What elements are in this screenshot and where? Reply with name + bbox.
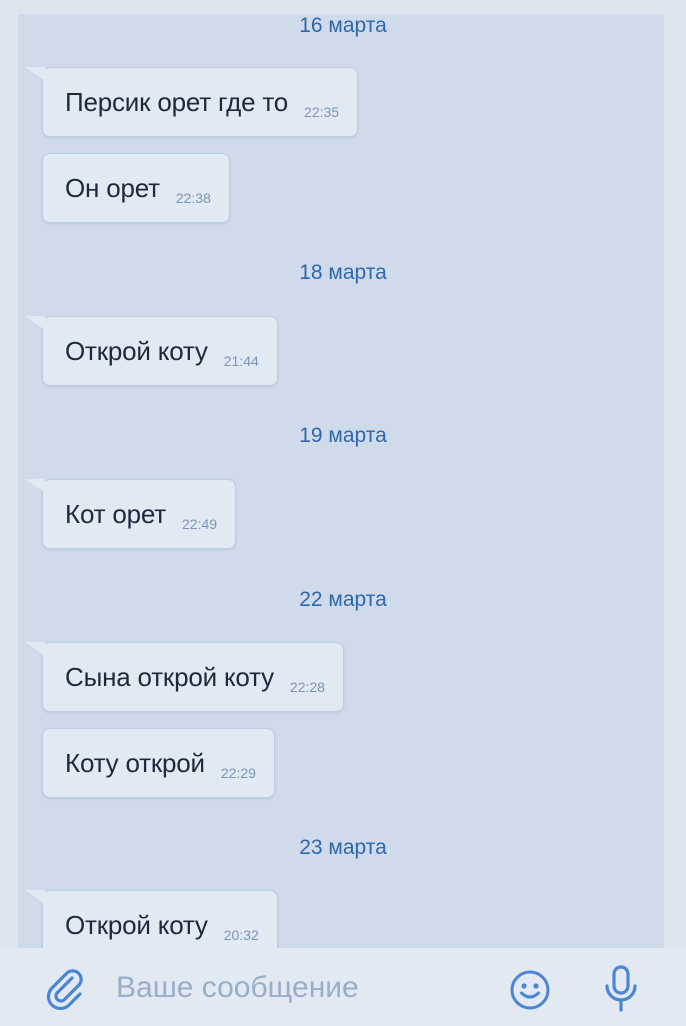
message-history[interactable]: 16 марта Персик орет где то 22:35 Он оре… — [18, 14, 664, 948]
message-time: 22:29 — [220, 765, 256, 781]
message-text: Открой коту — [65, 335, 208, 366]
message-input[interactable] — [116, 970, 476, 1006]
date-separator: 22 марта — [299, 588, 387, 611]
paperclip-icon[interactable] — [42, 966, 86, 1011]
message-bubble[interactable]: Персик орет где то 22:35 — [24, 67, 359, 137]
message-time: 20:32 — [223, 927, 259, 943]
message-time: 22:35 — [304, 104, 340, 120]
message-time: 21:44 — [223, 353, 259, 369]
message-text: Сына открой коту — [65, 661, 274, 692]
message-bubble[interactable]: Коту открой 22:29 — [42, 728, 275, 798]
date-separator: 16 марта — [299, 14, 387, 37]
message-time: 22:49 — [182, 516, 218, 532]
message-bubble[interactable]: Открой коту 21:44 — [25, 316, 278, 386]
message-text: Он орет — [65, 172, 160, 203]
message-bubble[interactable]: Сына открой коту 22:28 — [25, 642, 344, 712]
date-separator: 19 марта — [299, 424, 387, 447]
message-text: Открой коту — [65, 909, 208, 940]
date-separator: 23 марта — [299, 836, 387, 859]
message-time: 22:28 — [289, 679, 325, 695]
message-bubble[interactable]: Кот орет 22:49 — [24, 479, 237, 549]
message-time: 22:38 — [175, 190, 211, 206]
message-text: Кот орет — [65, 498, 166, 529]
message-bubble[interactable]: Он орет 22:38 — [42, 153, 230, 223]
message-text: Персик орет где то — [65, 86, 289, 117]
message-bubble[interactable]: Открой коту 20:32 — [25, 890, 278, 948]
microphone-icon[interactable] — [600, 964, 642, 1014]
emoji-smile-icon[interactable] — [508, 968, 552, 1012]
message-text: Коту открой — [65, 747, 205, 778]
message-composer — [0, 948, 686, 1026]
date-separator: 18 марта — [299, 261, 387, 284]
